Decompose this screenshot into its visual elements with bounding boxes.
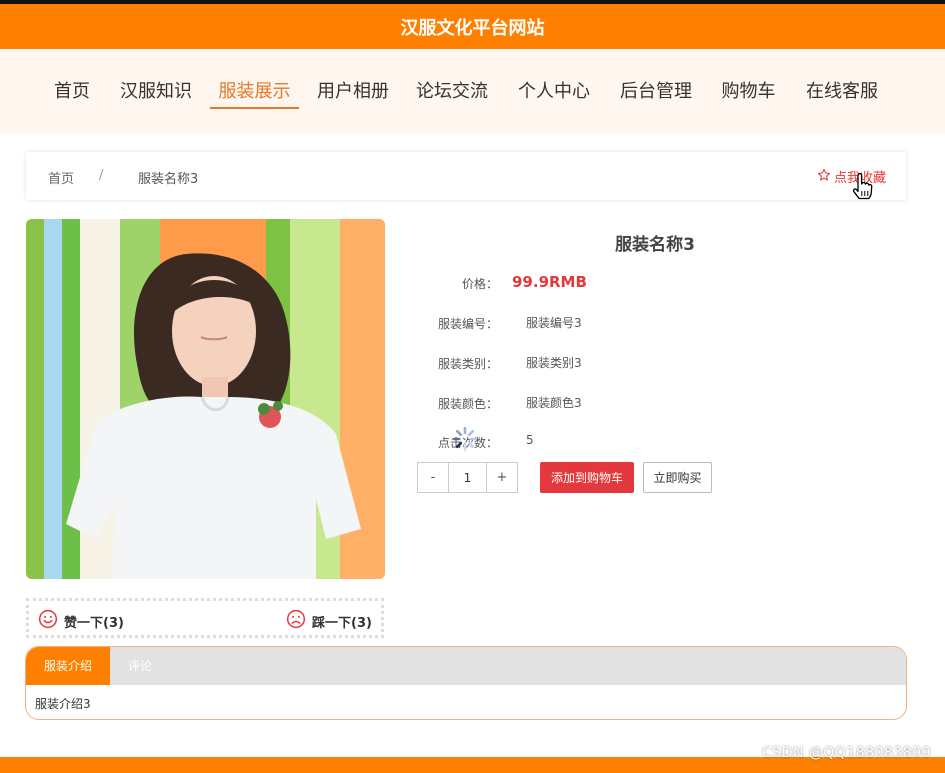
nav-item-forum[interactable]: 论坛交流 [416,77,488,109]
nav-item-admin[interactable]: 后台管理 [620,77,692,109]
dislike-button[interactable]: 踩一下(3) [286,609,372,633]
nav-item-online-service[interactable]: 在线客服 [806,77,878,109]
watermark: CSDN @QQ188083800 [761,745,931,761]
clothing-color-value: 服装颜色3 [526,396,582,410]
price-value: 99.9RMB [512,273,587,291]
product-image[interactable] [26,219,385,579]
quantity-increase-button[interactable]: + [487,463,517,492]
price-label: 价格： [461,277,498,291]
breadcrumb-separator: / [99,168,104,183]
quantity-decrease-button[interactable]: - [418,463,448,492]
frown-icon [286,609,306,633]
breadcrumb-current: 服装名称3 [138,172,199,187]
add-to-cart-button[interactable]: 添加到购物车 [540,462,634,493]
dislike-label: 踩一下(3) [312,615,372,631]
star-outline-icon [817,168,831,186]
click-count-label: 点击次数： [437,436,498,450]
nav-item-user-album[interactable]: 用户相册 [317,77,389,109]
tab-comments[interactable]: 评论 [110,647,170,685]
like-button[interactable]: 赞一下(3) [38,609,124,633]
like-label: 赞一下(3) [64,615,124,631]
tab-content: 服装介绍3 [35,697,91,711]
hand-pointer-cursor-icon [851,173,873,201]
product-tabs: 服装介绍 评论 服装介绍3 [25,646,907,720]
nav-item-cart[interactable]: 购物车 [721,77,776,109]
site-header: 汉服文化平台网站 [0,4,945,49]
nav-item-home[interactable]: 首页 [54,77,90,109]
product-name: 服装名称3 [615,235,695,255]
click-count-value: 5 [526,433,534,447]
clothing-number-label: 服装编号： [437,317,498,331]
nav-item-hanfu-knowledge[interactable]: 汉服知识 [120,77,192,109]
quantity-stepper: - + [417,462,518,493]
nav-bar: 首页 汉服知识 服装展示 用户相册 论坛交流 个人中心 后台管理 购物车 在线客… [0,49,945,133]
site-title: 汉服文化平台网站 [400,17,545,39]
breadcrumb-home-link[interactable]: 首页 [48,168,74,187]
clothing-category-value: 服装类别3 [526,356,582,370]
loading-spinner-icon [452,426,478,452]
smile-icon [38,609,58,633]
tab-clothing-intro[interactable]: 服装介绍 [26,647,110,685]
clothing-number-value: 服装编号3 [526,316,582,330]
quantity-input[interactable] [448,463,487,492]
buy-now-button[interactable]: 立即购买 [643,462,712,493]
nav-item-personal-center[interactable]: 个人中心 [518,77,590,109]
product-photo-illustration [26,219,385,579]
clothing-category-label: 服装类别： [437,357,498,371]
tab-bar: 服装介绍 评论 [26,647,906,685]
breadcrumb: 首页 / 服装名称3 点我收藏 [26,152,906,200]
main-nav: 首页 汉服知识 服装展示 用户相册 论坛交流 个人中心 后台管理 购物车 在线客… [0,49,945,133]
vote-panel: 赞一下(3) 踩一下(3) [26,598,384,638]
nav-item-clothing-showcase[interactable]: 服装展示 [210,77,299,109]
clothing-color-label: 服装颜色： [437,397,498,411]
